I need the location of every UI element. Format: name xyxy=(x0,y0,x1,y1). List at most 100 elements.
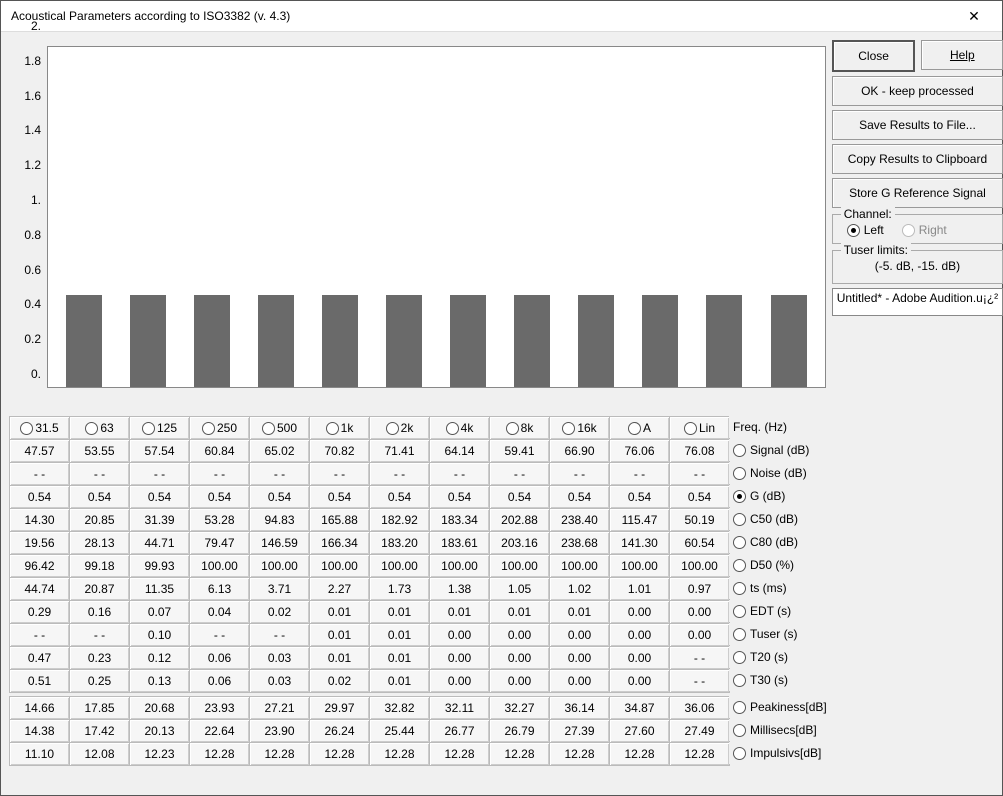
save-results-button[interactable]: Save Results to File... xyxy=(832,110,1003,140)
data-cell: 100.00 xyxy=(669,554,730,578)
data-cell: 0.00 xyxy=(489,669,550,693)
data-cell: 0.23 xyxy=(69,646,130,670)
y-tick-label: 0. xyxy=(31,367,41,381)
data-cell: 0.00 xyxy=(429,669,490,693)
data-cell: 34.87 xyxy=(609,696,670,720)
data-cell: 17.85 xyxy=(69,696,130,720)
chart-bar xyxy=(258,295,294,387)
freq-column-radio[interactable]: 63 xyxy=(69,416,130,440)
store-g-reference-button[interactable]: Store G Reference Signal xyxy=(832,178,1003,208)
data-cell: - - xyxy=(129,462,190,486)
data-cell: 76.06 xyxy=(609,439,670,463)
data-cell: 0.00 xyxy=(429,646,490,670)
data-cell: 100.00 xyxy=(609,554,670,578)
data-cell: 0.00 xyxy=(609,623,670,647)
row-radio-g-db-[interactable]: G (dB) xyxy=(729,485,827,507)
titlebar: Acoustical Parameters according to ISO33… xyxy=(1,1,1002,32)
data-cell: 27.39 xyxy=(549,719,610,743)
close-button[interactable]: Close xyxy=(832,40,916,72)
data-cell: 0.10 xyxy=(129,623,190,647)
freq-column-radio[interactable]: 250 xyxy=(189,416,250,440)
data-cell: 50.19 xyxy=(669,508,730,532)
row-radio-millisecs-db-[interactable]: Millisecs[dB] xyxy=(729,719,827,741)
channel-group: Channel: Left Right xyxy=(832,214,1003,244)
freq-column-radio[interactable]: 8k xyxy=(489,416,550,440)
data-cell: 31.39 xyxy=(129,508,190,532)
data-cell: 182.92 xyxy=(369,508,430,532)
data-cell: 0.01 xyxy=(369,669,430,693)
y-tick-label: 0.8 xyxy=(24,228,41,242)
row-radio-peakiness-db-[interactable]: Peakiness[dB] xyxy=(729,696,827,718)
data-cell: - - xyxy=(69,623,130,647)
data-cell: 32.82 xyxy=(369,696,430,720)
data-cell: 17.42 xyxy=(69,719,130,743)
close-icon[interactable]: ✕ xyxy=(954,2,994,30)
data-cell: 0.02 xyxy=(309,669,370,693)
row-radio-tuser-s-[interactable]: Tuser (s) xyxy=(729,623,827,645)
data-cell: 166.34 xyxy=(309,531,370,555)
y-tick-label: 0.4 xyxy=(24,297,41,311)
data-cell: 12.28 xyxy=(249,742,310,766)
data-cell: 165.88 xyxy=(309,508,370,532)
row-radio-noise-db-[interactable]: Noise (dB) xyxy=(729,462,827,484)
row-radio-d50-[interactable]: D50 (%) xyxy=(729,554,827,576)
data-cell: 11.35 xyxy=(129,577,190,601)
freq-column-radio[interactable]: Lin xyxy=(669,416,730,440)
data-cell: 60.54 xyxy=(669,531,730,555)
freq-column-radio[interactable]: A xyxy=(609,416,670,440)
data-cell: 0.54 xyxy=(69,485,130,509)
row-radio-impulsivs-db-[interactable]: Impulsivs[dB] xyxy=(729,742,827,764)
chart-bar xyxy=(130,295,166,387)
data-cell: 0.13 xyxy=(129,669,190,693)
data-cell: 26.24 xyxy=(309,719,370,743)
chart-bar xyxy=(66,295,102,387)
data-cell: 183.20 xyxy=(369,531,430,555)
chart-bar xyxy=(578,295,614,387)
row-radio-c50-db-[interactable]: C50 (dB) xyxy=(729,508,827,530)
ok-keep-processed-button[interactable]: OK - keep processed xyxy=(832,76,1003,106)
chart-bar xyxy=(194,295,230,387)
window-title: Acoustical Parameters according to ISO33… xyxy=(11,9,290,23)
data-cell: - - xyxy=(249,623,310,647)
data-cell: 0.00 xyxy=(669,600,730,624)
help-button[interactable]: Help xyxy=(921,40,1003,70)
row-radio-edt-s-[interactable]: EDT (s) xyxy=(729,600,827,622)
freq-column-radio[interactable]: 500 xyxy=(249,416,310,440)
data-cell: 0.01 xyxy=(369,600,430,624)
copy-results-button[interactable]: Copy Results to Clipboard xyxy=(832,144,1003,174)
data-cell: 0.07 xyxy=(129,600,190,624)
freq-column-radio[interactable]: 16k xyxy=(549,416,610,440)
row-radio-ts-ms-[interactable]: ts (ms) xyxy=(729,577,827,599)
data-cell: 0.01 xyxy=(489,600,550,624)
freq-column-radio[interactable]: 125 xyxy=(129,416,190,440)
data-cell: 76.08 xyxy=(669,439,730,463)
row-radio-c80-db-[interactable]: C80 (dB) xyxy=(729,531,827,553)
data-cell: 27.21 xyxy=(249,696,310,720)
data-cell: - - xyxy=(249,462,310,486)
data-cell: 1.01 xyxy=(609,577,670,601)
data-cell: 71.41 xyxy=(369,439,430,463)
data-cell: 0.54 xyxy=(429,485,490,509)
filename-field[interactable]: Untitled* - Adobe Audition.u¡¿² xyxy=(832,288,1003,316)
chart: 0.0.20.40.60.81.1.21.41.61.82. xyxy=(9,40,826,410)
row-radio-t20-s-[interactable]: T20 (s) xyxy=(729,646,827,668)
freq-column-radio[interactable]: 2k xyxy=(369,416,430,440)
data-cell: 0.04 xyxy=(189,600,250,624)
data-cell: 183.61 xyxy=(429,531,490,555)
chart-bar xyxy=(322,295,358,387)
data-cell: 36.06 xyxy=(669,696,730,720)
data-cell: 100.00 xyxy=(189,554,250,578)
data-cell: 44.71 xyxy=(129,531,190,555)
freq-column-radio[interactable]: 1k xyxy=(309,416,370,440)
data-cell: 1.02 xyxy=(549,577,610,601)
channel-left-radio[interactable]: Left xyxy=(847,223,884,237)
data-cell: 183.34 xyxy=(429,508,490,532)
data-cell: 32.27 xyxy=(489,696,550,720)
row-radio-signal-db-[interactable]: Signal (dB) xyxy=(729,439,827,461)
channel-right-radio: Right xyxy=(902,223,947,237)
freq-column-radio[interactable]: 4k xyxy=(429,416,490,440)
row-radio-t30-s-[interactable]: T30 (s) xyxy=(729,669,827,691)
data-cell: 32.11 xyxy=(429,696,490,720)
data-cell: 0.01 xyxy=(549,600,610,624)
freq-column-radio[interactable]: 31.5 xyxy=(9,416,70,440)
